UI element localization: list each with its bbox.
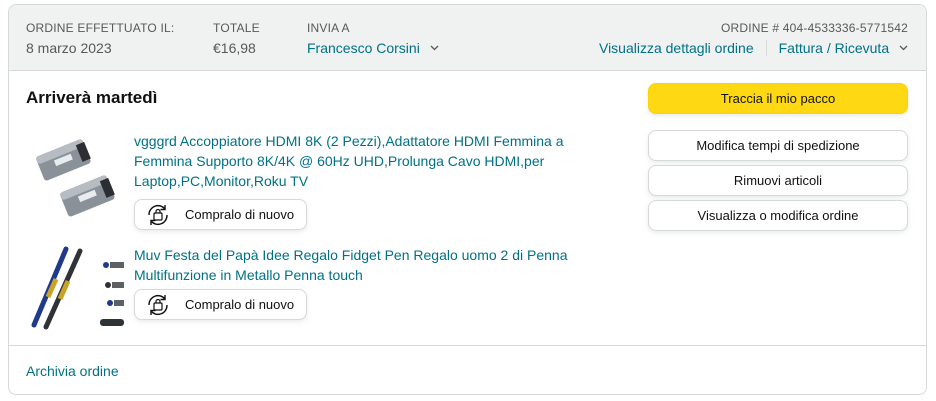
archive-order-link[interactable]: Archivia ordine	[26, 363, 119, 379]
multitool-pen-image[interactable]	[26, 245, 126, 335]
modify-shipping-button[interactable]: Modifica tempi di spedizione	[648, 130, 908, 161]
order-links: Visualizza dettagli ordine Fattura / Rice…	[599, 39, 908, 57]
ship-to-block: INVIA A Francesco Corsini	[307, 20, 439, 57]
order-card: ORDINE EFFETTUATO IL: 8 marzo 2023 TOTAL…	[8, 4, 927, 395]
chevron-down-icon	[430, 45, 439, 51]
buy-again-button[interactable]: Compralo di nuovo	[134, 289, 308, 320]
order-placed-date: 8 marzo 2023	[26, 40, 112, 56]
delivery-status-title: Arriverà martedì	[26, 88, 158, 107]
hdmi-coupler-image[interactable]	[26, 129, 126, 219]
view-modify-order-button[interactable]: Visualizza o modifica ordine	[648, 200, 908, 231]
buy-again-icon	[148, 204, 168, 225]
order-footer: Archivia ordine	[9, 345, 926, 394]
order-placed-block: ORDINE EFFETTUATO IL: 8 marzo 2023	[26, 20, 174, 57]
order-total-block: TOTALE €16,98	[213, 20, 260, 57]
view-order-details-link[interactable]: Visualizza dettagli ordine	[599, 40, 754, 56]
ship-to-label: INVIA A	[307, 21, 350, 35]
chevron-down-icon	[899, 45, 908, 51]
buy-again-button[interactable]: Compralo di nuovo	[134, 199, 308, 230]
order-header: ORDINE EFFETTUATO IL: 8 marzo 2023 TOTAL…	[9, 5, 926, 71]
remove-items-button[interactable]: Rimuovi articoli	[648, 165, 908, 196]
item-title-link[interactable]: Muv Festa del Papà Idee Regalo Fidget Pe…	[134, 245, 594, 285]
item-title-line[interactable]: Muv Festa del Papà Idee Regalo Fidget Pe…	[134, 245, 594, 265]
order-placed-label: ORDINE EFFETTUATO IL:	[26, 21, 175, 35]
invoice-dropdown[interactable]: Fattura / Ricevuta	[779, 40, 890, 56]
buy-again-label: Compralo di nuovo	[185, 207, 295, 222]
order-number-block: ORDINE # 404-4533336-5771542 Visualizza …	[599, 20, 908, 57]
order-number: ORDINE # 404-4533336-5771542	[720, 21, 908, 35]
track-package-button[interactable]: Traccia il mio pacco	[648, 83, 908, 114]
order-total-value: €16,98	[213, 40, 256, 56]
item-title-line[interactable]: Multifunzione in Metallo Penna touch	[134, 265, 594, 285]
buy-again-icon	[148, 294, 168, 315]
ship-to-name[interactable]: Francesco Corsini	[307, 40, 420, 56]
item-title-line[interactable]: vgggrd Accoppiatore HDMI 8K (2 Pezzi),Ad…	[134, 131, 594, 151]
order-item: Muv Festa del Papà Idee Regalo Fidget Pe…	[26, 245, 626, 335]
ship-to-dropdown[interactable]: Francesco Corsini	[307, 39, 439, 57]
buy-again-label: Compralo di nuovo	[185, 297, 295, 312]
link-divider	[765, 40, 767, 56]
item-title-link[interactable]: vgggrd Accoppiatore HDMI 8K (2 Pezzi),Ad…	[134, 131, 594, 191]
order-item: vgggrd Accoppiatore HDMI 8K (2 Pezzi),Ad…	[26, 129, 626, 230]
item-title-line[interactable]: Femmina Supporto 8K/4K @ 60Hz UHD,Prolun…	[134, 151, 594, 171]
order-total-label: TOTALE	[213, 21, 260, 35]
item-title-line[interactable]: Laptop,PC,Monitor,Roku TV	[134, 171, 594, 191]
